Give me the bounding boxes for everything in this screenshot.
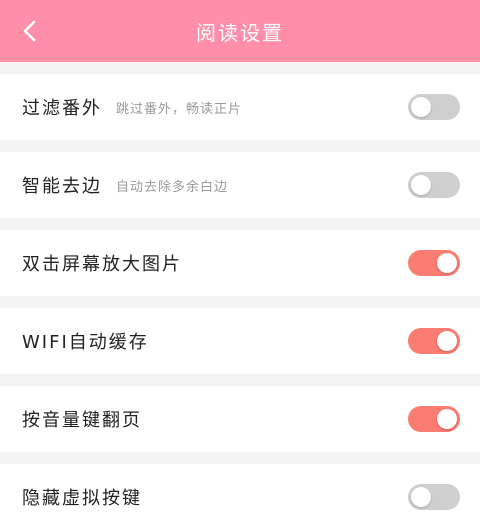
setting-row-volume-key-page: 按音量键翻页 bbox=[0, 386, 480, 452]
setting-label: 双击屏幕放大图片 bbox=[22, 254, 182, 275]
toggle-switch[interactable] bbox=[408, 94, 460, 120]
chevron-left-icon bbox=[23, 20, 36, 42]
toggle-switch[interactable] bbox=[408, 406, 460, 432]
setting-row-double-tap-zoom: 双击屏幕放大图片 bbox=[0, 230, 480, 296]
setting-label: 智能去边 bbox=[22, 176, 102, 197]
setting-row-hide-nav-keys: 隐藏虚拟按键 bbox=[0, 464, 480, 530]
page-title: 阅读设置 bbox=[196, 20, 284, 45]
setting-label: 过滤番外 bbox=[22, 98, 102, 119]
setting-row-auto-crop: 智能去边 自动去除多余白边 bbox=[0, 152, 480, 218]
toggle-knob bbox=[437, 331, 457, 351]
setting-row-wifi-auto-cache: WIFI自动缓存 bbox=[0, 308, 480, 374]
toggle-switch[interactable] bbox=[408, 250, 460, 276]
toggle-switch[interactable] bbox=[408, 484, 460, 510]
toggle-switch[interactable] bbox=[408, 172, 460, 198]
back-button[interactable] bbox=[14, 16, 44, 46]
toggle-knob bbox=[411, 487, 431, 507]
setting-label: WIFI自动缓存 bbox=[22, 332, 149, 353]
toggle-knob bbox=[411, 97, 431, 117]
toggle-knob bbox=[437, 409, 457, 429]
toggle-knob bbox=[437, 253, 457, 273]
toggle-switch[interactable] bbox=[408, 328, 460, 354]
setting-label: 隐藏虚拟按键 bbox=[22, 488, 142, 509]
setting-row-filter-extras: 过滤番外 跳过番外，畅读正片 bbox=[0, 74, 480, 140]
app-header: 阅读设置 bbox=[0, 0, 480, 62]
setting-description: 跳过番外，畅读正片 bbox=[116, 101, 243, 117]
setting-label: 按音量键翻页 bbox=[22, 410, 142, 431]
settings-list: 过滤番外 跳过番外，畅读正片 智能去边 自动去除多余白边 双击屏幕放大图片 WI… bbox=[0, 62, 480, 530]
setting-description: 自动去除多余白边 bbox=[116, 179, 229, 195]
toggle-knob bbox=[411, 175, 431, 195]
